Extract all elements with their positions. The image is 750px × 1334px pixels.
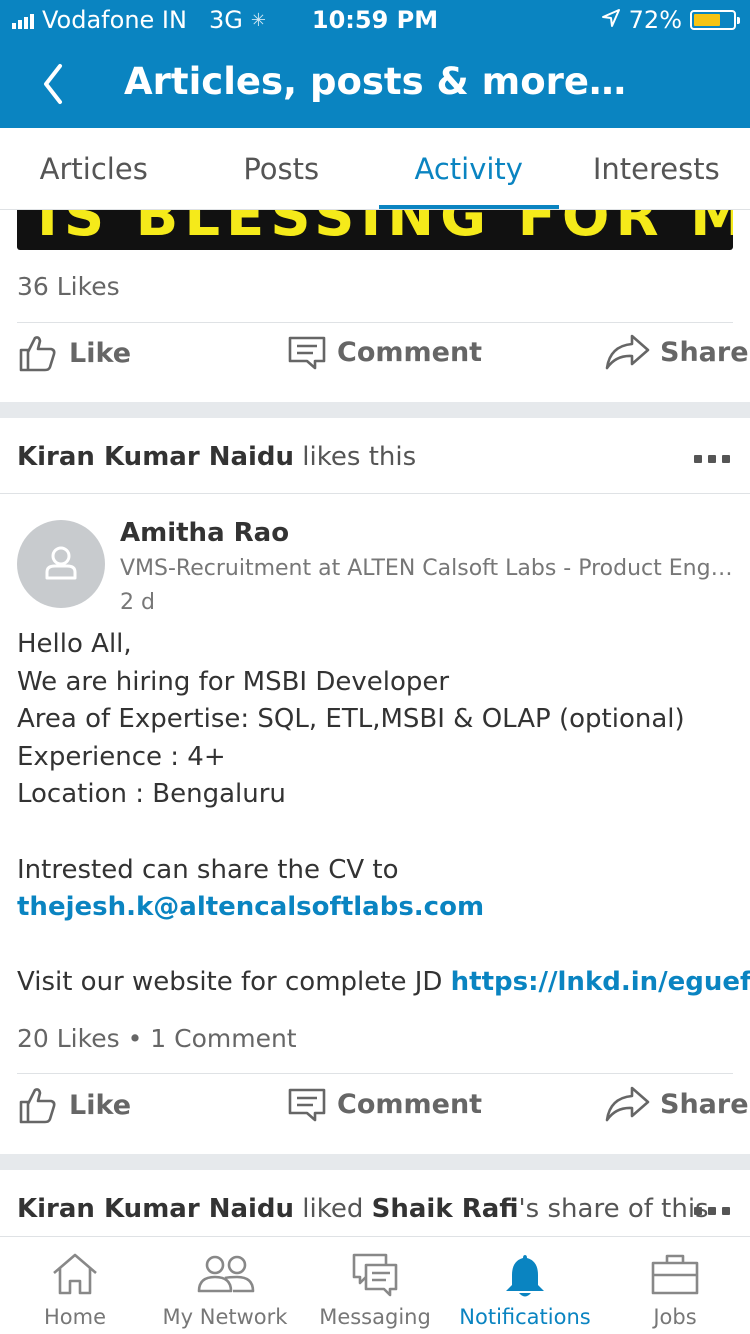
person-icon <box>45 546 77 580</box>
share-arrow-icon <box>605 1086 650 1122</box>
page-title: Articles, posts & more… <box>124 60 626 103</box>
email-link[interactable]: thejesh.k@altencalsoftlabs.com <box>17 892 484 922</box>
battery-icon <box>690 10 740 30</box>
status-bar: Vodafone IN 3G ✳ 10:59 PM 72% <box>0 0 750 40</box>
likes-comments-count[interactable]: 20 Likes • 1 Comment <box>17 1024 297 1053</box>
author-headline: VMS-Recruitment at ALTEN Calsoft Labs - … <box>120 556 734 581</box>
tabbar-notifications[interactable]: Notifications <box>450 1237 600 1334</box>
tab-bar: Articles Posts Activity Interests <box>0 128 750 210</box>
divider <box>0 493 750 494</box>
feed-card: IS BLESSING FOR ME! 36 Likes Like Commen… <box>0 210 750 402</box>
messaging-icon <box>352 1253 398 1297</box>
like-button[interactable]: Like <box>17 332 131 374</box>
post-age: 2 d <box>120 590 155 615</box>
network-icon <box>197 1255 255 1293</box>
target-name[interactable]: Shaik Rafi <box>372 1194 519 1224</box>
navigation-bar: Articles, posts & more… <box>0 40 750 128</box>
tab-posts[interactable]: Posts <box>188 128 376 209</box>
author-name[interactable]: Amitha Rao <box>120 518 289 548</box>
activity-header: Kiran Kumar Naidu liked Shaik Rafi's sha… <box>17 1194 709 1224</box>
post-actions: Like Comment Share <box>0 332 750 392</box>
feed-card: Kiran Kumar Naidu likes this Amitha Rao … <box>0 418 750 1154</box>
tabbar-home[interactable]: Home <box>0 1237 150 1334</box>
likes-count[interactable]: 36 Likes <box>17 272 120 301</box>
tabbar-my-network[interactable]: My Network <box>150 1237 300 1334</box>
share-button[interactable]: Share <box>604 1084 749 1124</box>
tab-articles[interactable]: Articles <box>0 128 188 209</box>
post-image[interactable]: IS BLESSING FOR ME! <box>17 210 733 250</box>
post-body: Hello All, We are hiring for MSBI Develo… <box>17 626 750 1002</box>
share-arrow-icon <box>605 334 650 370</box>
share-button[interactable]: Share <box>604 332 749 372</box>
comment-icon <box>288 336 326 370</box>
comment-button[interactable]: Comment <box>287 332 482 372</box>
tabbar-messaging[interactable]: Messaging <box>300 1237 450 1334</box>
divider <box>17 322 733 323</box>
tabbar-jobs[interactable]: Jobs <box>600 1237 750 1334</box>
comment-button[interactable]: Comment <box>287 1084 482 1124</box>
divider <box>17 1073 733 1074</box>
feed-card: Kiran Kumar Naidu liked Shaik Rafi's sha… <box>0 1170 750 1240</box>
battery-percent: 72% <box>628 6 682 34</box>
thumbs-up-icon <box>19 336 56 372</box>
more-options-icon[interactable] <box>694 1207 730 1215</box>
tab-interests[interactable]: Interests <box>563 128 750 209</box>
tab-activity[interactable]: Activity <box>375 128 563 209</box>
briefcase-icon <box>651 1254 699 1295</box>
comment-icon <box>288 1088 326 1122</box>
more-options-icon[interactable] <box>694 455 730 463</box>
actor-name[interactable]: Kiran Kumar Naidu <box>17 442 294 472</box>
like-button[interactable]: Like <box>17 1084 131 1126</box>
post-actions: Like Comment Share <box>0 1084 750 1144</box>
home-icon <box>53 1253 97 1295</box>
avatar[interactable] <box>17 520 105 608</box>
website-link[interactable]: https://lnkd.in/eguef5e <box>451 967 750 997</box>
activity-header: Kiran Kumar Naidu likes this <box>17 442 417 472</box>
bell-icon <box>506 1255 544 1297</box>
actor-name[interactable]: Kiran Kumar Naidu <box>17 1194 294 1224</box>
location-arrow-icon <box>601 6 621 34</box>
bottom-tab-bar: Home My Network Messaging Notifications … <box>0 1236 750 1334</box>
thumbs-up-icon <box>19 1088 56 1124</box>
